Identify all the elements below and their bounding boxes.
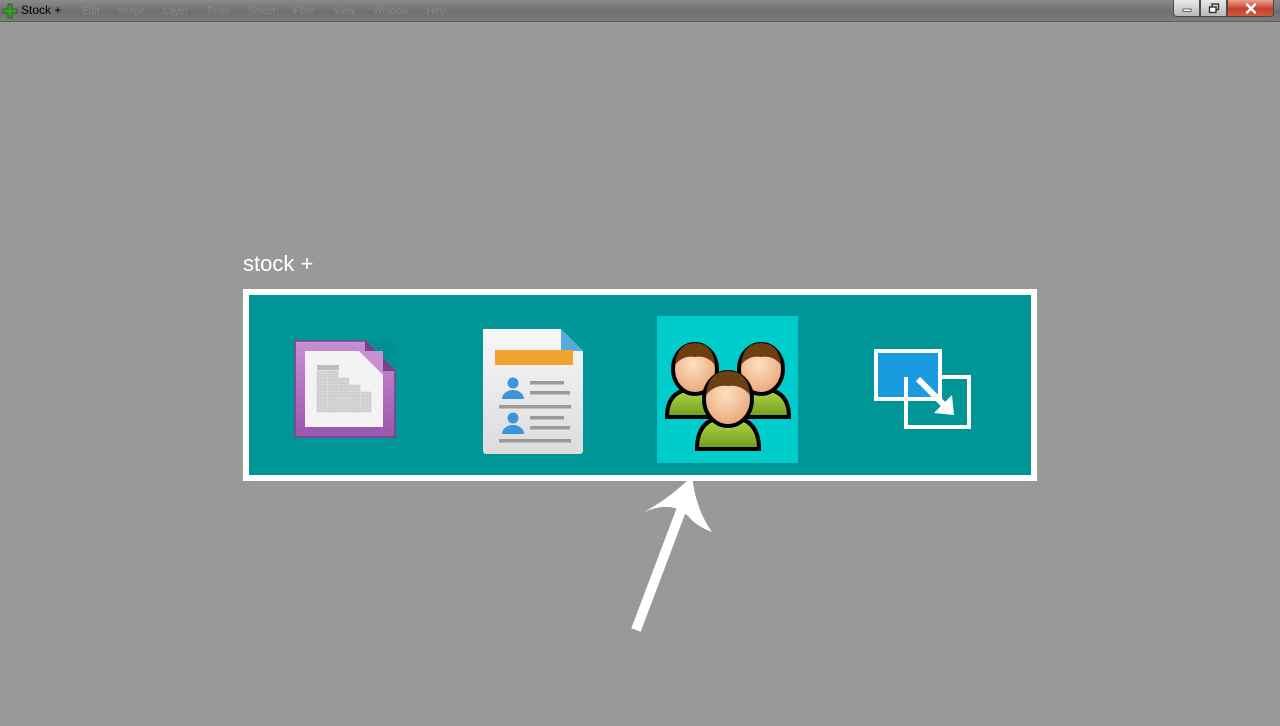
menu-tools[interactable]: Tools [206,6,229,17]
minimize-icon [1182,8,1191,12]
menu-edit[interactable]: Edit [82,6,99,17]
app-logo-icon [2,3,18,19]
minimize-button[interactable] [1173,0,1200,17]
window-controls [1173,0,1274,17]
menu-image[interactable]: Image [117,6,145,17]
close-button[interactable] [1227,0,1274,17]
tile-contacts[interactable] [461,316,602,463]
pointer-arrow [631,476,712,632]
menu-bar: Edit Image Layer Tools Select Filter Vie… [82,6,447,17]
menu-help[interactable]: Help [427,6,448,17]
spreadsheet-icon [293,339,396,438]
tile-panel [243,289,1037,481]
menu-layer[interactable]: Layer [163,6,188,17]
tile-spreadsheet[interactable] [274,316,415,463]
transfer-window-icon [873,348,971,429]
window-titlebar: Stock + Edit Image Layer Tools Select Fi… [0,0,1280,22]
menu-select[interactable]: Select [247,6,275,17]
window-title: Stock + [21,3,62,17]
menu-view[interactable]: View [333,6,355,17]
restore-icon [1208,2,1219,13]
contacts-document-icon [482,328,583,454]
users-group-icon [664,342,791,451]
restore-button[interactable] [1200,0,1227,17]
tile-users-group[interactable] [657,316,798,463]
tile-transfer[interactable] [852,316,993,463]
section-title: stock + [243,251,314,276]
menu-window[interactable]: Window [373,6,409,17]
close-icon [1245,2,1256,14]
menu-filter[interactable]: Filter [293,6,315,17]
